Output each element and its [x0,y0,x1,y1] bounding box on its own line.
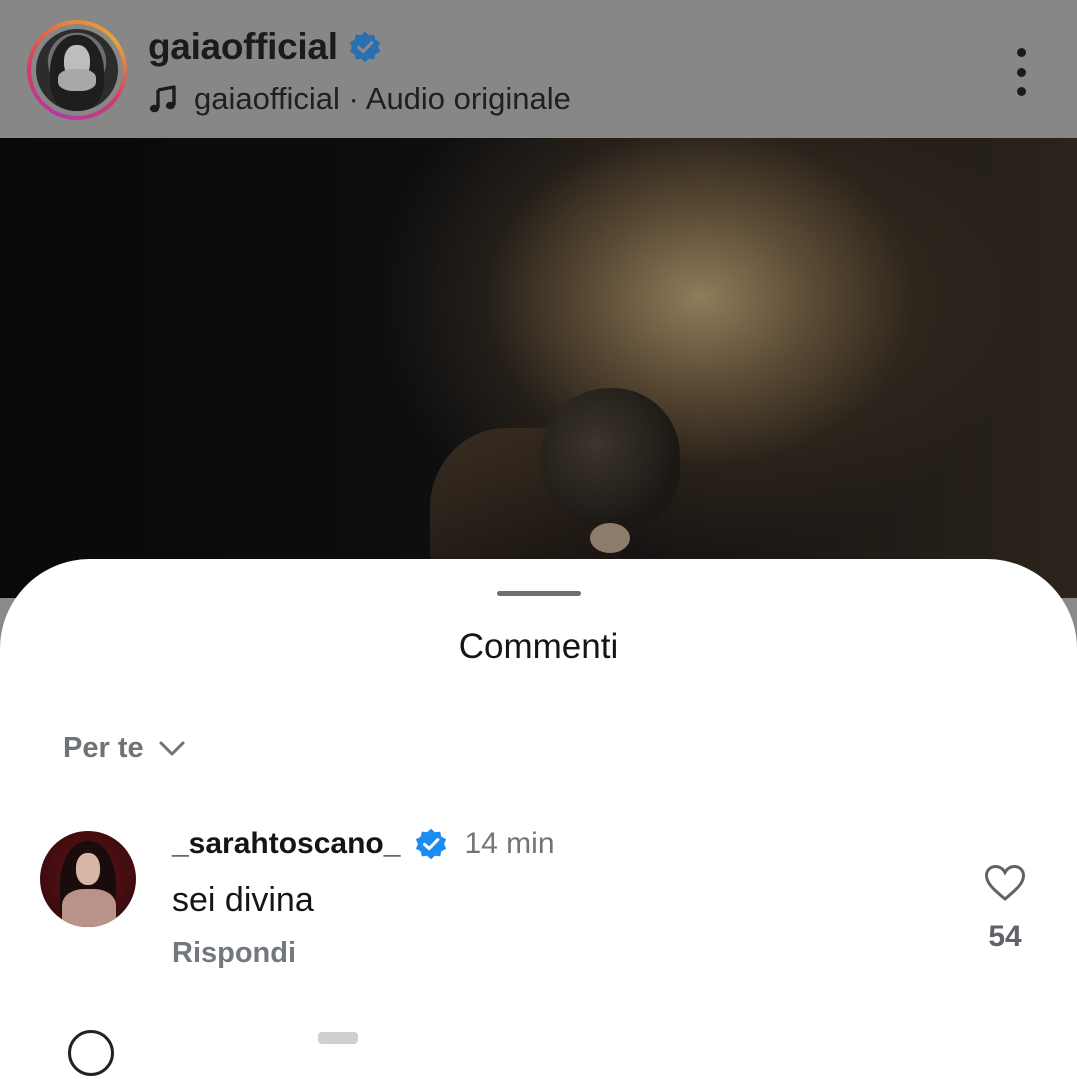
audio-owner: gaiaofficial [194,81,340,116]
sort-dropdown[interactable]: Per te [63,732,186,765]
drag-handle[interactable] [497,591,581,596]
comments-sheet: Commenti Per te _sarahtoscano_ 14 min se… [0,559,1077,1079]
next-comment-header [318,1032,358,1044]
sort-label: Per te [63,732,144,764]
verified-badge-icon [349,31,380,63]
post-username[interactable]: gaiaofficial [148,26,338,68]
sheet-title: Commenti [458,627,619,666]
comment-text: sei divina [172,881,314,919]
comment-header: _sarahtoscano_ 14 min [172,827,555,861]
audio-separator: · [339,81,366,116]
verified-badge-icon [416,828,447,860]
like-heart-icon[interactable] [984,864,1026,902]
post-username-row[interactable]: gaiaofficial [148,24,382,70]
audio-link[interactable]: gaiaofficial · Audio originale [148,78,571,120]
reply-button[interactable]: Rispondi [172,937,296,970]
comment-username[interactable]: _sarahtoscano_ [172,827,400,861]
music-note-icon [149,85,176,113]
audio-label: Audio originale [365,81,571,116]
comment-avatar[interactable] [40,831,136,927]
next-comment-avatar[interactable] [68,1030,114,1076]
like-count: 54 [988,920,1022,953]
profile-avatar[interactable] [27,20,127,120]
reel-video[interactable] [0,138,1077,598]
comment-time: 14 min [464,827,555,860]
chevron-down-icon [159,741,185,755]
more-vertical-icon[interactable] [1003,48,1039,96]
post-header: gaiaofficial gaiaofficial · Audio origin… [0,0,1077,138]
